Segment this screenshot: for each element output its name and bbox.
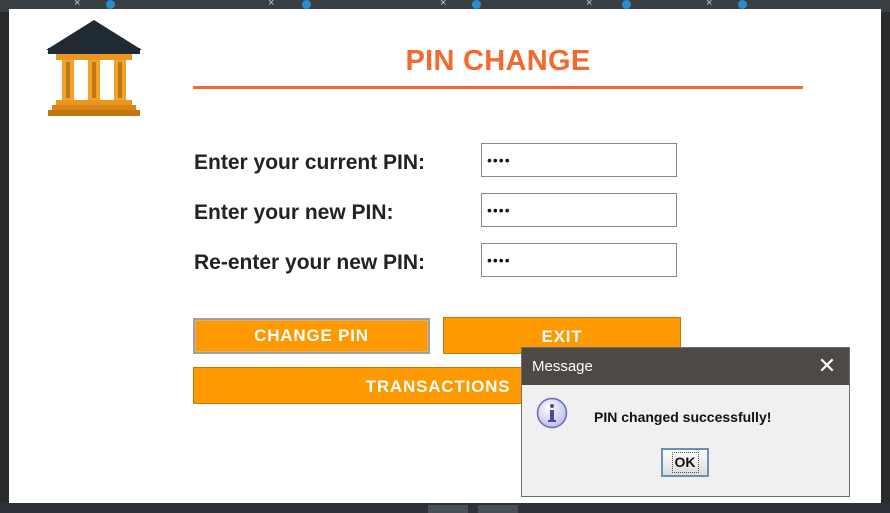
- message-dialog: Message ✕ PIN changed successfully! OK: [521, 347, 850, 497]
- close-icon[interactable]: ✕: [805, 348, 849, 385]
- ok-button[interactable]: OK: [661, 448, 709, 477]
- app-icon: [622, 0, 631, 9]
- dialog-titlebar[interactable]: Message ✕: [522, 348, 849, 385]
- page-title: PIN CHANGE: [405, 45, 591, 77]
- current-pin-field[interactable]: ••••: [481, 143, 677, 177]
- info-icon: [536, 397, 568, 429]
- close-icon: ×: [706, 0, 713, 9]
- title-divider: [193, 86, 803, 89]
- bank-logo-icon: [46, 20, 142, 116]
- app-icon: [472, 0, 481, 9]
- taskbar-bottom: [0, 503, 890, 513]
- app-icon: [302, 0, 311, 9]
- close-icon: ×: [268, 0, 275, 9]
- current-pin-label: Enter your current PIN:: [194, 151, 426, 174]
- close-icon: ×: [440, 0, 447, 9]
- close-icon: ×: [74, 0, 81, 9]
- change-pin-button[interactable]: CHANGE PIN: [193, 318, 430, 354]
- ok-button-label: OK: [671, 452, 699, 473]
- new-pin-field[interactable]: ••••: [481, 193, 677, 227]
- app-icon: [106, 0, 115, 9]
- reenter-pin-label: Re-enter your new PIN:: [194, 251, 426, 274]
- close-icon: ×: [586, 0, 593, 9]
- reenter-pin-field[interactable]: ••••: [481, 243, 677, 277]
- dialog-message: PIN changed successfully!: [594, 409, 772, 425]
- dialog-title: Message: [532, 358, 593, 375]
- new-pin-label: Enter your new PIN:: [194, 201, 394, 224]
- app-icon: [738, 0, 747, 9]
